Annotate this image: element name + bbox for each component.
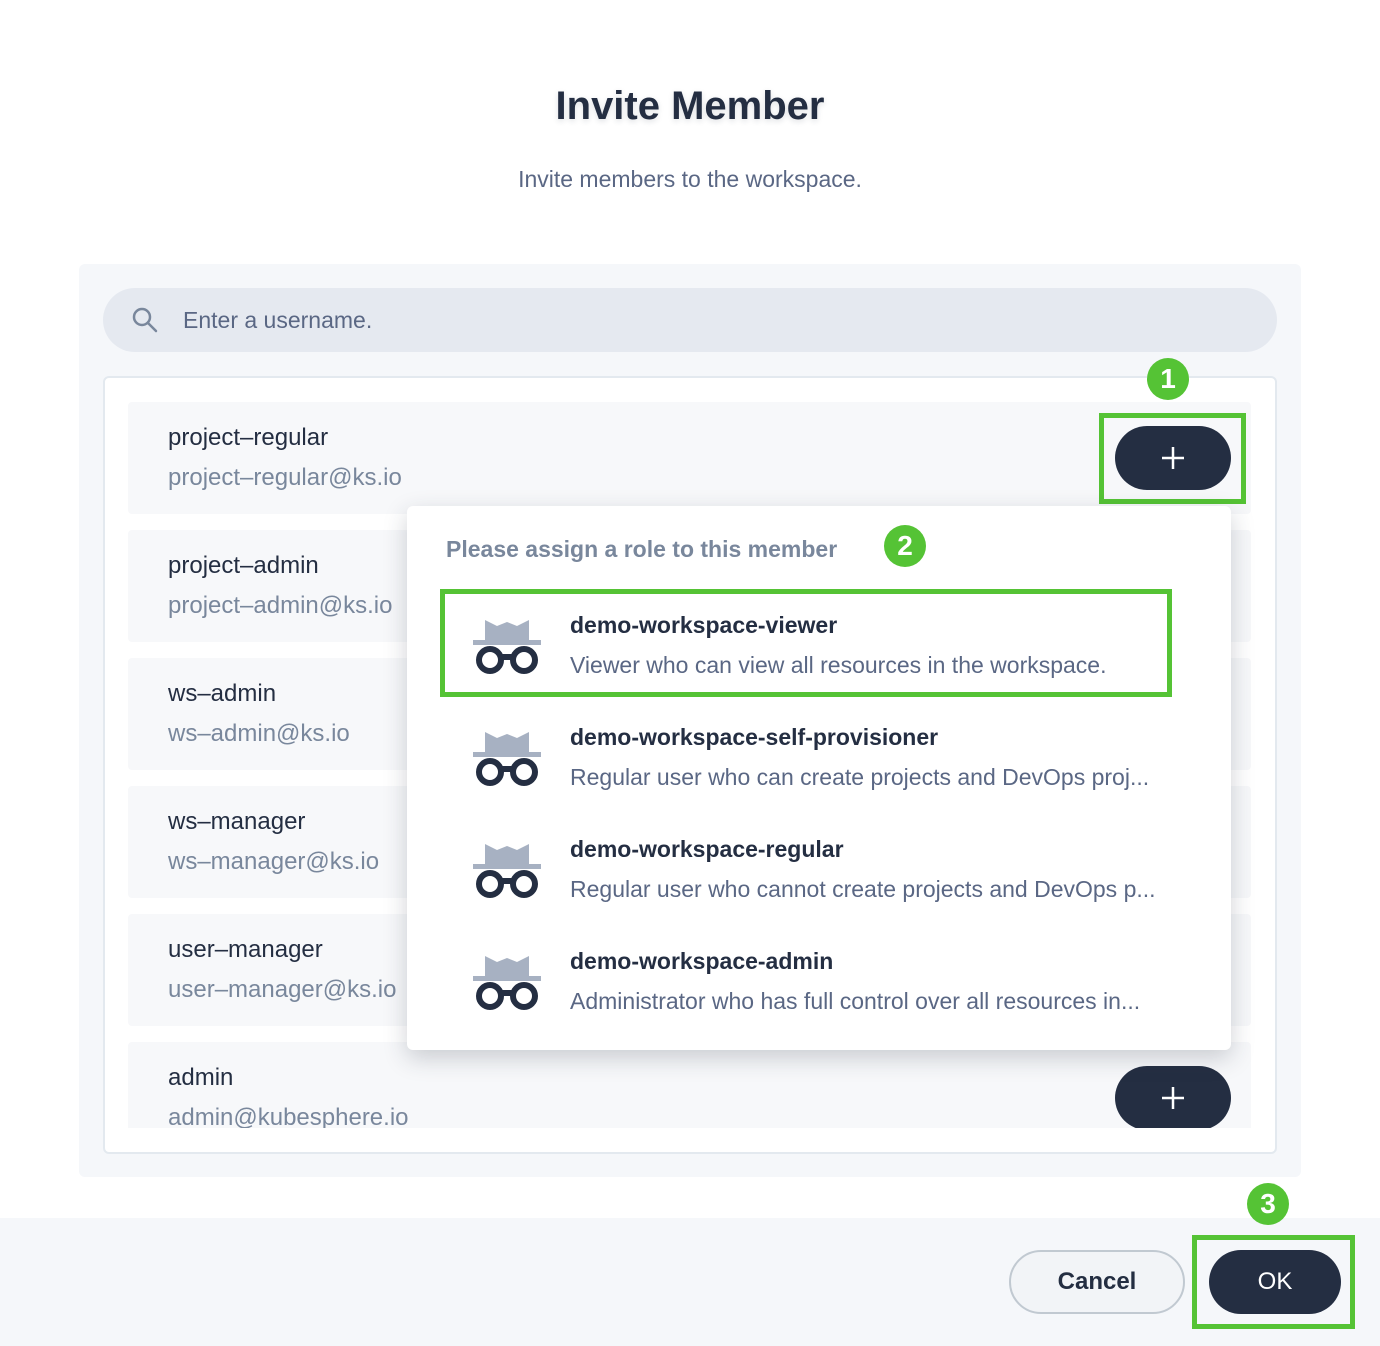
username-search-input[interactable] <box>183 288 1243 352</box>
role-name: demo-workspace-viewer <box>570 612 838 638</box>
dialog-subtitle: Invite members to the workspace. <box>518 166 862 192</box>
role-dropdown: Please assign a role to this member 2 de… <box>407 506 1231 1050</box>
user-row: admin admin@kubesphere.io <box>128 1042 1251 1128</box>
role-icon <box>473 732 541 786</box>
role-option[interactable]: demo-workspace-self-provisioner Regular … <box>447 704 1187 804</box>
user-name: admin <box>168 1064 234 1091</box>
role-name: demo-workspace-regular <box>570 836 844 862</box>
dialog-footer: Cancel OK <box>0 1218 1380 1346</box>
role-description: Viewer who can view all resources in the… <box>570 652 1107 678</box>
user-name: ws–manager <box>168 808 306 835</box>
dialog-title: Invite Member <box>555 84 825 128</box>
user-email: project–admin@ks.io <box>168 592 393 619</box>
cancel-button[interactable]: Cancel <box>1009 1250 1185 1314</box>
step-badge-3: 3 <box>1247 1183 1289 1225</box>
add-user-button[interactable] <box>1115 426 1231 490</box>
user-email: ws–manager@ks.io <box>168 848 380 875</box>
user-name: project–admin <box>168 552 319 579</box>
role-option[interactable]: demo-workspace-admin Administrator who h… <box>447 928 1187 1028</box>
user-email: user–manager@ks.io <box>168 976 397 1003</box>
user-name: ws–admin <box>168 680 277 707</box>
search-icon <box>132 307 158 333</box>
search-bar <box>103 288 1277 352</box>
role-icon <box>473 844 541 898</box>
role-icon <box>473 620 541 674</box>
role-option[interactable]: demo-workspace-regular Regular user who … <box>447 816 1187 916</box>
role-dropdown-title: Please assign a role to this member <box>446 536 838 562</box>
user-name: user–manager <box>168 936 323 963</box>
user-email: project–regular@ks.io <box>168 464 402 491</box>
user-name: project–regular <box>168 424 329 451</box>
role-icon <box>473 956 541 1010</box>
step-badge-2: 2 <box>884 525 926 567</box>
user-email: ws–admin@ks.io <box>168 720 350 747</box>
role-description: Administrator who has full control over … <box>570 988 1141 1014</box>
add-user-button[interactable] <box>1115 1066 1231 1128</box>
step-badge-1: 1 <box>1147 358 1189 400</box>
role-name: demo-workspace-self-provisioner <box>570 724 939 750</box>
user-email: admin@kubesphere.io <box>168 1104 409 1128</box>
role-description: Regular user who cannot create projects … <box>570 876 1156 902</box>
role-option[interactable]: demo-workspace-viewer Viewer who can vie… <box>447 592 1187 692</box>
user-row: project–regular project–regular@ks.io <box>128 402 1251 514</box>
plus-icon <box>1162 447 1184 469</box>
invite-member-dialog: Invite Member Invite members to the work… <box>0 0 1380 1346</box>
role-description: Regular user who can create projects and… <box>570 764 1150 790</box>
role-name: demo-workspace-admin <box>570 948 834 974</box>
plus-icon <box>1162 1087 1184 1109</box>
ok-button[interactable]: OK <box>1209 1250 1341 1314</box>
